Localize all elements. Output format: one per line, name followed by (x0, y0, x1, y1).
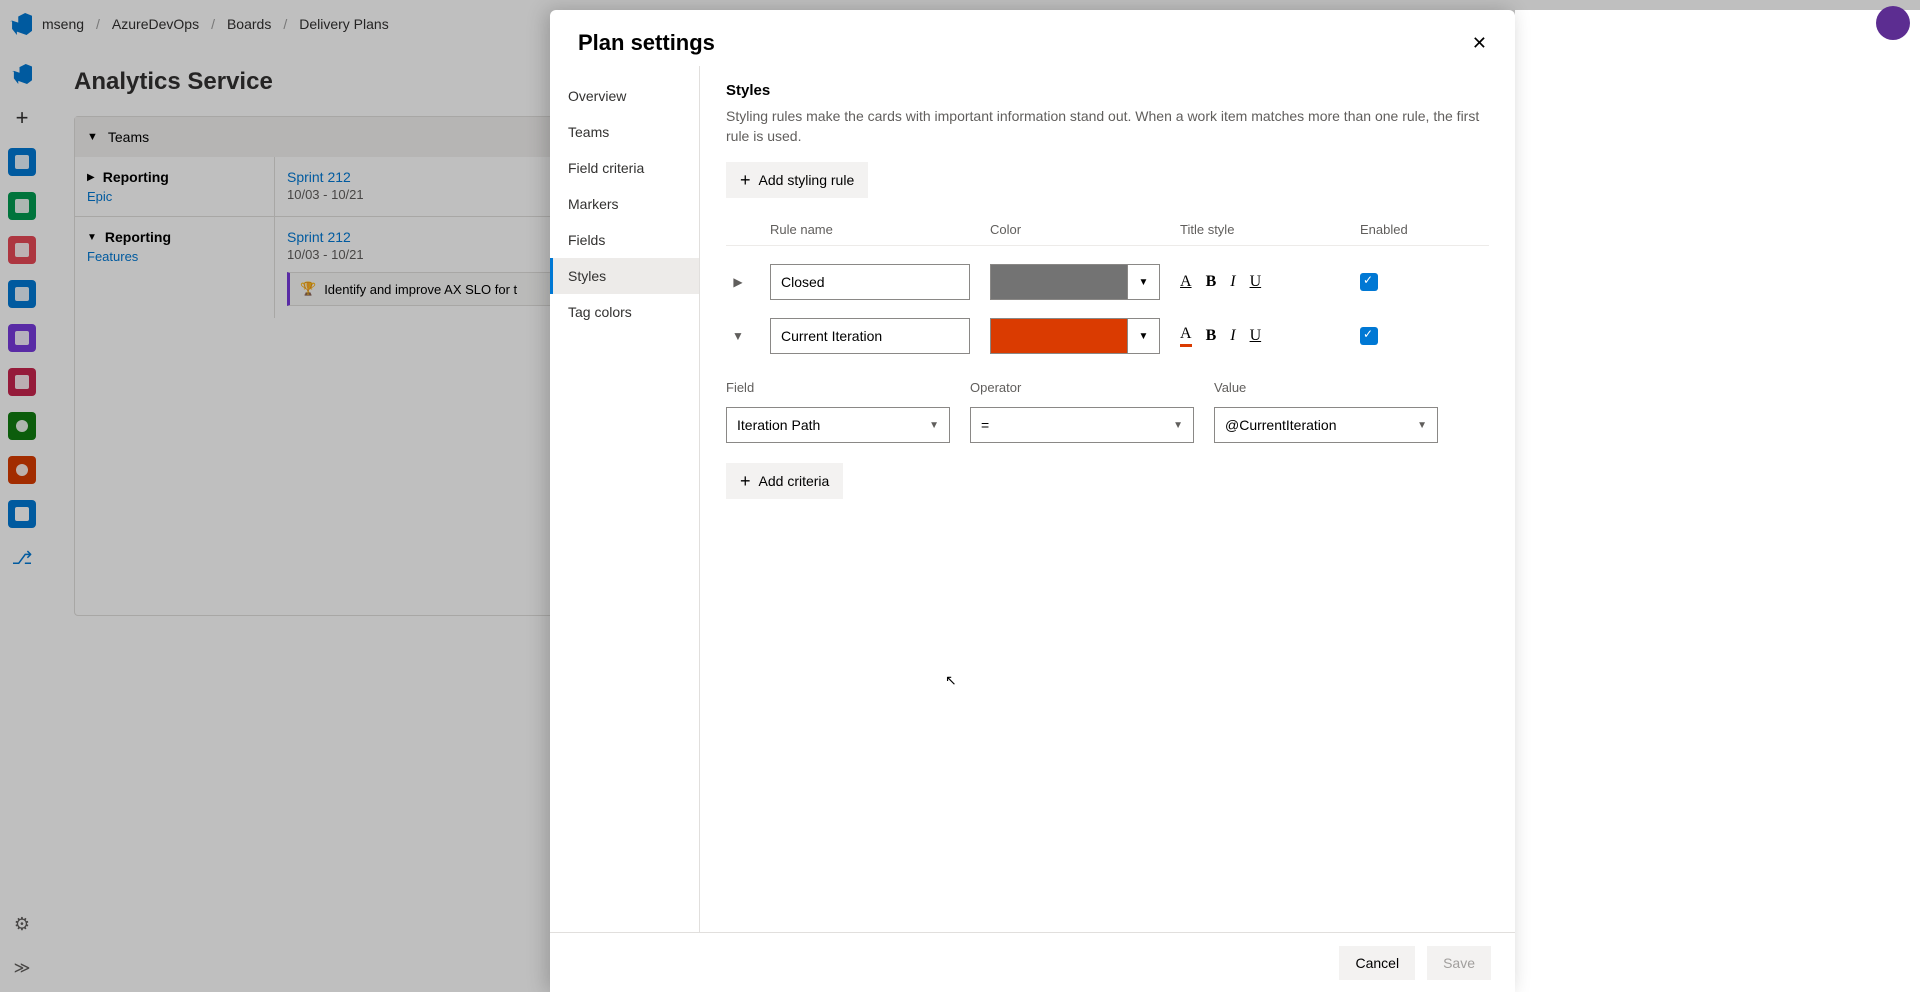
criteria-header: Field Operator Value (726, 380, 1489, 395)
panel-nav: Overview Teams Field criteria Markers Fi… (550, 66, 700, 932)
panel-content: Styles Styling rules make the cards with… (700, 66, 1515, 932)
add-rule-label: Add styling rule (759, 172, 855, 188)
bold-button[interactable]: B (1206, 327, 1217, 345)
th-title-style: Title style (1180, 222, 1340, 237)
color-swatch (991, 265, 1127, 299)
plus-icon: + (740, 171, 751, 189)
panel-header: Plan settings ✕ (550, 10, 1515, 66)
nav-field-criteria[interactable]: Field criteria (550, 150, 699, 186)
italic-button[interactable]: I (1230, 273, 1235, 291)
section-description: Styling rules make the cards with import… (726, 107, 1486, 146)
rule-name-input[interactable] (770, 264, 970, 300)
section-title: Styles (726, 82, 1489, 99)
cancel-button[interactable]: Cancel (1339, 946, 1415, 980)
rules-table-header: Rule name Color Title style Enabled (726, 222, 1489, 246)
chevron-down-icon: ▼ (929, 420, 939, 431)
nav-fields[interactable]: Fields (550, 222, 699, 258)
color-picker[interactable]: ▼ (990, 318, 1160, 354)
field-select[interactable]: Iteration Path ▼ (726, 407, 950, 443)
font-color-button[interactable]: A (1180, 325, 1192, 347)
th-field: Field (726, 380, 950, 395)
th-operator: Operator (970, 380, 1194, 395)
th-enabled: Enabled (1360, 222, 1440, 237)
panel-title: Plan settings (578, 30, 715, 56)
criteria-row: Iteration Path ▼ = ▼ @CurrentIteration ▼ (726, 407, 1489, 443)
th-value: Value (1214, 380, 1438, 395)
value-select[interactable]: @CurrentIteration ▼ (1214, 407, 1438, 443)
nav-markers[interactable]: Markers (550, 186, 699, 222)
add-styling-rule-button[interactable]: + Add styling rule (726, 162, 868, 198)
nav-teams[interactable]: Teams (550, 114, 699, 150)
rule-row: ▶ ▼ A B I U (726, 264, 1489, 300)
chevron-right-icon[interactable]: ▶ (726, 275, 750, 289)
italic-button[interactable]: I (1230, 327, 1235, 345)
nav-styles[interactable]: Styles (550, 258, 699, 294)
panel-footer: Cancel Save (550, 932, 1515, 992)
plan-settings-panel: Plan settings ✕ Overview Teams Field cri… (550, 10, 1515, 992)
add-criteria-label: Add criteria (759, 473, 830, 489)
value-value: @CurrentIteration (1225, 417, 1336, 433)
operator-value: = (981, 417, 989, 433)
underline-button[interactable]: U (1250, 327, 1262, 345)
underline-button[interactable]: U (1250, 273, 1262, 291)
rule-row: ▼ ▼ A B I U (726, 318, 1489, 354)
chevron-down-icon[interactable]: ▼ (1127, 265, 1159, 299)
enabled-checkbox[interactable] (1360, 273, 1378, 291)
color-swatch (991, 319, 1127, 353)
bold-button[interactable]: B (1206, 273, 1217, 291)
nav-tag-colors[interactable]: Tag colors (550, 294, 699, 330)
th-rule-name: Rule name (770, 222, 970, 237)
th-color: Color (990, 222, 1160, 237)
plus-icon: + (740, 472, 751, 490)
avatar[interactable] (1876, 6, 1910, 40)
panel-body: Overview Teams Field criteria Markers Fi… (550, 66, 1515, 932)
operator-select[interactable]: = ▼ (970, 407, 1194, 443)
chevron-down-icon[interactable]: ▼ (726, 329, 750, 343)
save-button[interactable]: Save (1427, 946, 1491, 980)
color-picker[interactable]: ▼ (990, 264, 1160, 300)
title-style-group: A B I U (1180, 325, 1340, 347)
rule-name-input[interactable] (770, 318, 970, 354)
close-icon[interactable]: ✕ (1472, 33, 1487, 54)
font-color-button[interactable]: A (1180, 273, 1192, 291)
right-blank-strip (1515, 10, 1920, 992)
chevron-down-icon[interactable]: ▼ (1127, 319, 1159, 353)
add-criteria-button[interactable]: + Add criteria (726, 463, 843, 499)
chevron-down-icon: ▼ (1173, 420, 1183, 431)
enabled-checkbox[interactable] (1360, 327, 1378, 345)
chevron-down-icon: ▼ (1417, 420, 1427, 431)
title-style-group: A B I U (1180, 273, 1340, 291)
field-value: Iteration Path (737, 417, 820, 433)
nav-overview[interactable]: Overview (550, 78, 699, 114)
